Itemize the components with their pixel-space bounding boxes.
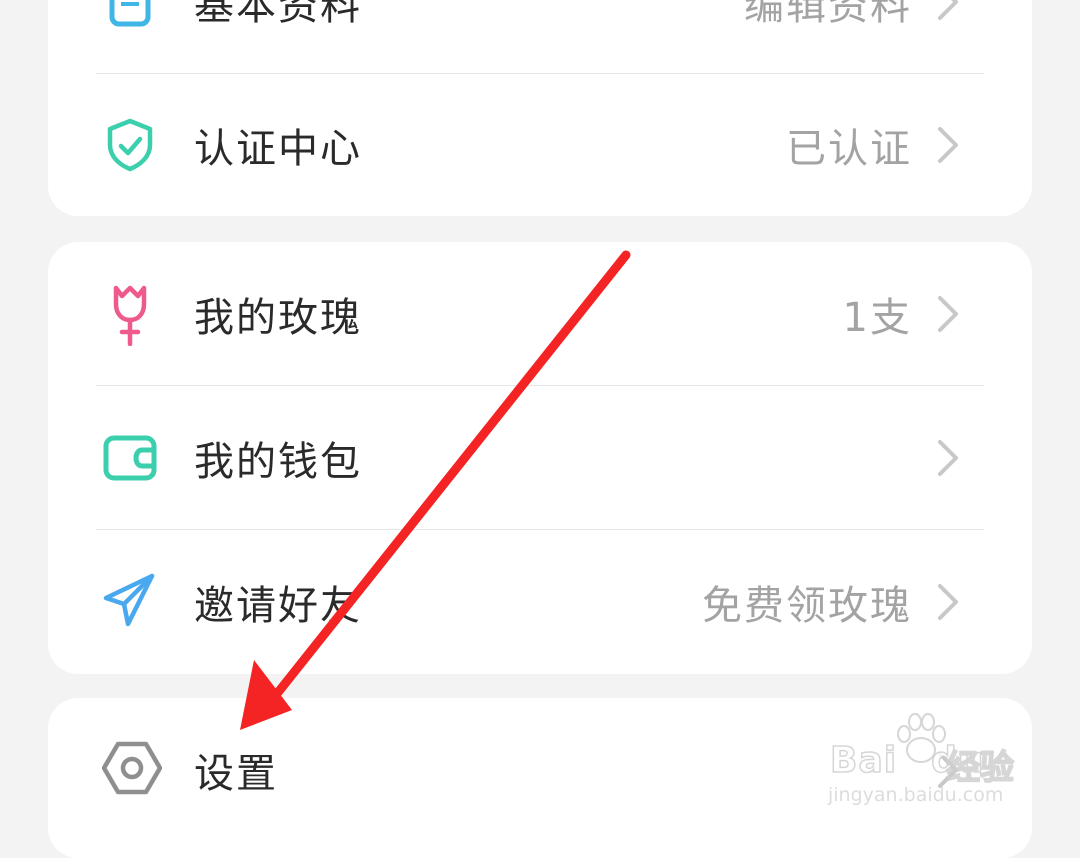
watermark-product: 经验 bbox=[945, 747, 1015, 789]
row-value: 已认证 bbox=[786, 126, 912, 172]
gear-hexagon-icon bbox=[102, 740, 162, 796]
row-label: 邀请好友 bbox=[194, 583, 362, 629]
chevron-right-icon bbox=[936, 438, 960, 478]
row-label: 我的钱包 bbox=[194, 439, 362, 485]
row-label: 认证中心 bbox=[194, 126, 362, 172]
chevron-right-icon bbox=[936, 0, 960, 22]
chevron-right-icon bbox=[936, 582, 960, 622]
row-value: 1支 bbox=[842, 295, 912, 341]
rose-icon bbox=[102, 282, 158, 346]
profile-card: 基本资料 编辑资料 认证中心 已认证 bbox=[48, 0, 1032, 216]
row-label: 基本资料 bbox=[194, 0, 362, 29]
row-label: 设置 bbox=[194, 751, 278, 797]
paper-plane-icon bbox=[102, 572, 158, 628]
row-value: 免费领玫瑰 bbox=[702, 583, 912, 629]
baidu-watermark: Bai du 经验 jingyan.baidu.com bbox=[826, 712, 1026, 812]
document-icon bbox=[102, 0, 158, 30]
assets-card: 我的玫瑰 1支 我的钱包 邀请好友 免费领玫瑰 bbox=[48, 242, 1032, 674]
chevron-right-icon bbox=[936, 294, 960, 334]
row-basic-info[interactable]: 基本资料 编辑资料 bbox=[48, 0, 1032, 74]
row-verification-center[interactable]: 认证中心 已认证 bbox=[48, 73, 1032, 216]
wallet-icon bbox=[102, 430, 158, 486]
row-invite-friends[interactable]: 邀请好友 免费领玫瑰 bbox=[48, 530, 1032, 674]
shield-check-icon bbox=[102, 117, 158, 173]
watermark-url: jingyan.baidu.com bbox=[828, 784, 1004, 806]
row-value: 编辑资料 bbox=[744, 0, 912, 29]
row-label: 我的玫瑰 bbox=[194, 295, 362, 341]
chevron-right-icon bbox=[936, 125, 960, 165]
row-my-wallet[interactable]: 我的钱包 bbox=[48, 386, 1032, 530]
row-my-roses[interactable]: 我的玫瑰 1支 bbox=[48, 242, 1032, 386]
